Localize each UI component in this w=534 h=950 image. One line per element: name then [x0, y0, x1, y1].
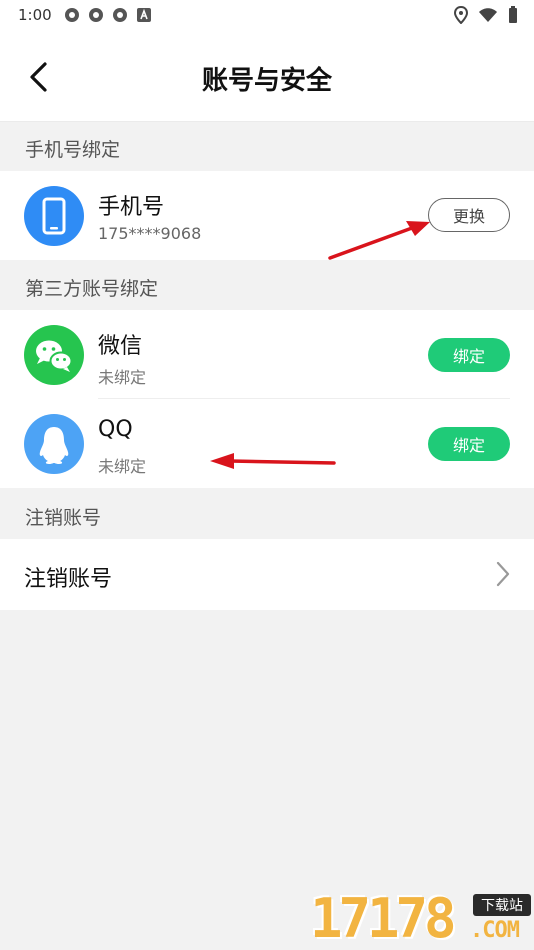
watermark-number: 17178 — [310, 887, 457, 950]
watermark-logo: 17178 下载站 .COM — [310, 888, 534, 950]
watermark-domain: .COM — [470, 918, 520, 943]
watermark-tag: 下载站 — [473, 894, 531, 916]
annotation-overlay — [210, 221, 430, 469]
annotation-arrow — [328, 221, 430, 260]
annotation-arrow — [210, 453, 336, 469]
